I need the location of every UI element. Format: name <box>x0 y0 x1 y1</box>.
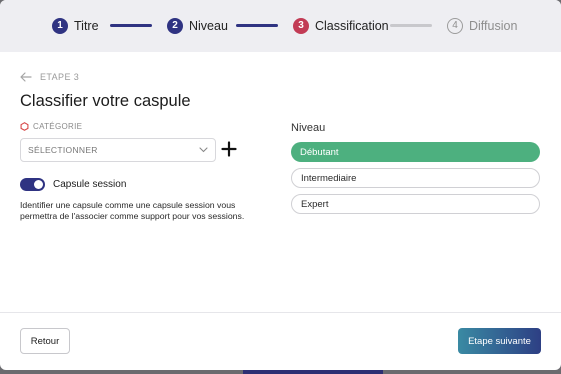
level-option-debutant[interactable]: Débutant <box>291 142 540 162</box>
category-label-row: CATÉGORIE <box>20 122 82 131</box>
step-connector <box>390 24 432 27</box>
plus-icon[interactable] <box>221 141 237 157</box>
back-button[interactable]: Retour <box>20 328 70 354</box>
background-strip <box>243 370 383 374</box>
hexagon-icon <box>20 122 29 131</box>
step-indicator: ETAPE 3 <box>40 72 80 82</box>
niveau-title: Niveau <box>291 122 326 134</box>
category-select-value: SÉLECTIONNER <box>28 145 98 155</box>
step-titre[interactable]: 1 Titre <box>52 17 99 34</box>
step-connector <box>236 24 278 27</box>
stepper: 1 Titre 2 Niveau 3 Classification 4 Diff… <box>0 0 561 52</box>
step-classification[interactable]: 3 Classification <box>293 17 389 34</box>
category-select[interactable]: SÉLECTIONNER <box>20 138 216 162</box>
step-number: 2 <box>167 17 183 34</box>
step-niveau[interactable]: 2 Niveau <box>167 17 228 34</box>
chevron-down-icon <box>199 147 208 153</box>
next-step-button[interactable]: Etape suivante <box>458 328 541 354</box>
capsule-session-description: Identifier une capsule comme une capsule… <box>20 200 245 222</box>
step-diffusion[interactable]: 4 Diffusion <box>447 17 517 34</box>
capsule-session-label: Capsule session <box>53 179 127 190</box>
level-option-intermediaire[interactable]: Intermediaire <box>291 168 540 188</box>
step-number: 4 <box>447 17 463 34</box>
back-link[interactable]: ETAPE 3 <box>20 72 79 82</box>
arrow-left-icon <box>20 72 32 82</box>
step-number: 1 <box>52 17 68 34</box>
page-title: Classifier votre caspule <box>20 92 191 110</box>
step-number: 3 <box>293 17 309 34</box>
step-label: Titre <box>74 18 99 33</box>
footer-divider <box>0 312 561 313</box>
toggle-knob <box>34 180 43 189</box>
step-connector <box>110 24 152 27</box>
step-label: Niveau <box>189 18 228 33</box>
step-label: Diffusion <box>469 18 518 33</box>
classification-modal: 1 Titre 2 Niveau 3 Classification 4 Diff… <box>0 0 561 370</box>
capsule-session-toggle[interactable] <box>20 178 45 191</box>
level-option-expert[interactable]: Expert <box>291 194 540 214</box>
step-label: Classification <box>315 18 389 33</box>
category-label: CATÉGORIE <box>33 122 83 131</box>
